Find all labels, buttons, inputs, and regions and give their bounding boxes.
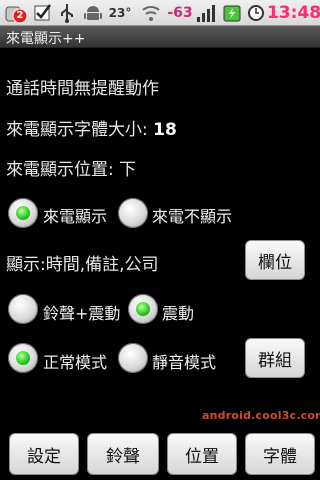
status-bar: 2 23° -63 13:48 (0, 0, 320, 26)
radio-ring-vibrate-label[interactable]: 鈴聲+震動 (43, 300, 120, 324)
clock-time: 13:48 (266, 2, 320, 23)
radio-silent-mode[interactable] (118, 343, 148, 373)
font-button[interactable]: 字體 (245, 433, 315, 475)
app-title: 來電顯示++ (6, 31, 86, 47)
radio-hide-caller[interactable] (118, 198, 148, 228)
position-button[interactable]: 位置 (167, 433, 237, 475)
radio-selected-dot (136, 302, 150, 316)
fields-button[interactable]: 欄位 (245, 240, 305, 280)
signal-bars-icon (195, 2, 217, 23)
notification-badge: 2 (16, 10, 24, 21)
position-label: 來電顯示位置: (6, 160, 114, 180)
radio-vibrate[interactable] (128, 294, 158, 324)
fields-display-text: 顯示:時間,備註,公司 (6, 255, 159, 275)
font-size-label: 來電顯示字體大小: (6, 120, 148, 140)
radio-show-caller[interactable] (8, 198, 38, 228)
temperature-text: 23° (108, 5, 132, 20)
signal-value-text: -63 (167, 4, 193, 21)
radio-silent-mode-label[interactable]: 靜音模式 (152, 349, 216, 373)
ringtone-button[interactable]: 鈴聲 (87, 433, 159, 475)
group-button[interactable]: 群組 (245, 338, 305, 378)
radio-vibrate-label[interactable]: 震動 (162, 300, 194, 324)
radio-ring-vibrate[interactable] (8, 294, 38, 324)
position-value: 下 (119, 160, 137, 180)
radio-show-caller-label[interactable]: 來電顯示 (43, 203, 107, 227)
radio-normal-mode-label[interactable]: 正常模式 (43, 349, 107, 373)
battery-charging-icon (221, 2, 243, 23)
radio-selected-dot (16, 206, 30, 220)
usb-icon (57, 2, 77, 23)
watermark: android.cool3c.com (202, 409, 320, 422)
clock-icon (246, 2, 266, 23)
font-size-setting: 來電顯示字體大小: 18 (6, 115, 177, 140)
checkbox-icon (32, 2, 54, 23)
wifi-icon (140, 2, 162, 23)
position-setting: 來電顯示位置: 下 (6, 155, 136, 180)
radio-hide-caller-label[interactable]: 來電不顯示 (152, 203, 232, 227)
font-size-value: 18 (153, 120, 177, 140)
settings-button[interactable]: 設定 (9, 433, 79, 475)
android-icon (82, 2, 104, 23)
reminder-text: 通話時間無提醒動作 (6, 79, 159, 99)
title-bar: 來電顯示++ (0, 26, 320, 48)
radio-selected-dot (16, 351, 30, 365)
radio-normal-mode[interactable] (8, 343, 38, 373)
